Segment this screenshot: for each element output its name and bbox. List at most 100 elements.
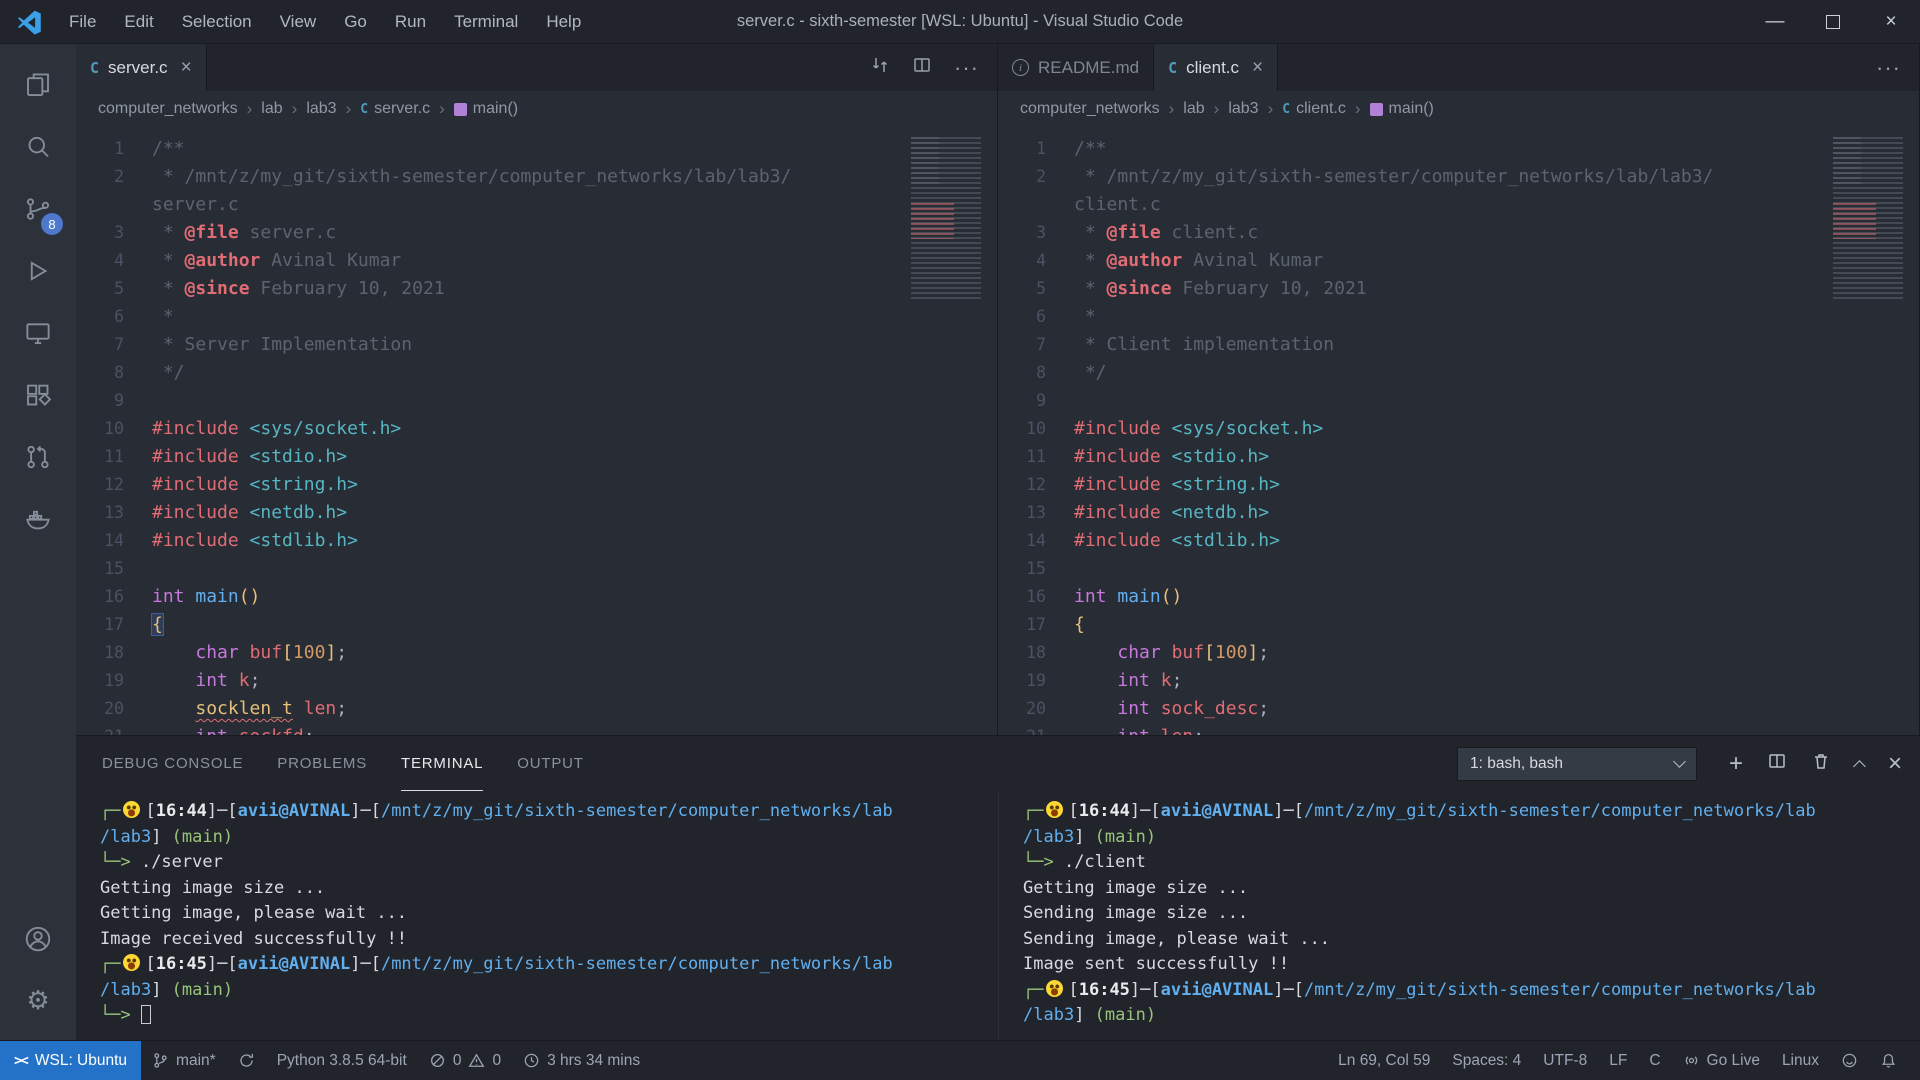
language-mode[interactable]: C <box>1638 1041 1671 1080</box>
tab-client-c[interactable]: Cclient.c× <box>1154 44 1278 91</box>
breadcrumb-item[interactable]: lab3 <box>306 100 336 118</box>
menu-run[interactable]: Run <box>381 0 440 44</box>
problems-indicator[interactable]: 0 0 <box>418 1041 512 1080</box>
sync-button[interactable] <box>227 1041 266 1080</box>
warnings-count: 0 <box>492 1052 501 1070</box>
menu-help[interactable]: Help <box>532 0 595 44</box>
maximize-button[interactable] <box>1804 0 1862 43</box>
code-editor-client[interactable]: 1/**2 * /mnt/z/my_git/sixth-semester/com… <box>998 127 1919 735</box>
line-number: 17 <box>76 611 152 639</box>
go-live-button[interactable]: Go Live <box>1672 1041 1771 1080</box>
kill-terminal-icon[interactable] <box>1811 751 1831 776</box>
code-editor-server[interactable]: 1/**2 * /mnt/z/my_git/sixth-semester/com… <box>76 127 997 735</box>
terminal-pane-client[interactable]: ┌─[16:44]─[avii@AVINAL]─[/mnt/z/my_git/s… <box>998 791 1920 1040</box>
breadcrumb-item[interactable]: computer_networks <box>98 100 238 118</box>
settings-gear-icon[interactable]: ⚙ <box>0 970 76 1032</box>
errors-icon <box>429 1052 446 1069</box>
code-line: 6 * <box>998 303 1919 331</box>
line-number: 3 <box>998 219 1074 247</box>
run-debug-icon[interactable] <box>0 240 76 302</box>
python-interpreter[interactable]: Python 3.8.5 64-bit <box>266 1041 418 1080</box>
source-control-icon[interactable]: 8 <box>0 178 76 240</box>
accounts-icon[interactable] <box>0 908 76 970</box>
breadcrumb-item[interactable]: lab3 <box>1228 100 1258 118</box>
shell-selector-value: 1: bash, bash <box>1470 755 1563 773</box>
split-terminal-icon[interactable] <box>1767 751 1787 776</box>
close-button[interactable]: × <box>1862 0 1920 43</box>
broadcast-icon <box>1683 1052 1700 1069</box>
remote-icon: >< <box>14 1053 27 1069</box>
breadcrumb-item[interactable]: lab <box>261 100 282 118</box>
code-line: 12#include <string.h> <box>998 471 1919 499</box>
breadcrumb-item[interactable]: main() <box>1370 100 1434 118</box>
code-line: 6 * <box>76 303 997 331</box>
terminal-shell-selector[interactable]: 1: bash, bash <box>1457 747 1697 781</box>
minimap[interactable] <box>911 137 981 302</box>
breadcrumb-item[interactable]: lab <box>1183 100 1204 118</box>
bell-icon <box>1880 1052 1897 1069</box>
breadcrumb-item[interactable]: Cclient.c <box>1282 100 1346 118</box>
time-tracker[interactable]: 3 hrs 34 mins <box>512 1041 651 1080</box>
os-indicator[interactable]: Linux <box>1771 1041 1830 1080</box>
code-line: 21 int len; <box>998 723 1919 735</box>
remote-explorer-icon[interactable] <box>0 302 76 364</box>
split-editor-icon[interactable] <box>912 55 932 80</box>
tab-server-c[interactable]: Cserver.c× <box>76 44 207 91</box>
remote-indicator[interactable]: >< WSL: Ubuntu <box>0 1041 141 1080</box>
line-number: 19 <box>76 667 152 695</box>
panel-tab-problems[interactable]: PROBLEMS <box>277 736 367 791</box>
new-terminal-icon[interactable]: + <box>1729 752 1743 776</box>
close-tab-icon[interactable]: × <box>1252 58 1263 77</box>
close-tab-icon[interactable]: × <box>181 58 192 77</box>
code-line: 20 socklen_t len; <box>76 695 997 723</box>
code-line: 16int main() <box>998 583 1919 611</box>
feedback-button[interactable] <box>1830 1041 1869 1080</box>
menu-go[interactable]: Go <box>330 0 381 44</box>
menu-view[interactable]: View <box>266 0 331 44</box>
editor-group-right: iREADME.mdCclient.c× ··· computer_networ… <box>998 44 1920 735</box>
code-line: 3 * @file client.c <box>998 219 1919 247</box>
smiley-emoji <box>1046 980 1063 997</box>
panel-tab-terminal[interactable]: TERMINAL <box>401 736 483 791</box>
line-number: 14 <box>998 527 1074 555</box>
close-panel-icon[interactable]: × <box>1888 752 1902 776</box>
panel-tab-debug-console[interactable]: DEBUG CONSOLE <box>102 736 243 791</box>
menu-edit[interactable]: Edit <box>110 0 167 44</box>
terminal-line: ┌─[16:45]─[avii@AVINAL]─[/mnt/z/my_git/s… <box>1023 978 1910 1004</box>
open-changes-icon[interactable] <box>870 55 890 80</box>
terminal-line: Image sent successfully !! <box>1023 952 1910 978</box>
search-icon[interactable] <box>0 116 76 178</box>
cursor-position[interactable]: Ln 69, Col 59 <box>1327 1041 1441 1080</box>
terminal-pane-server[interactable]: ┌─[16:44]─[avii@AVINAL]─[/mnt/z/my_git/s… <box>76 791 998 1040</box>
explorer-icon[interactable] <box>0 54 76 116</box>
maximize-panel-icon[interactable] <box>1853 760 1866 773</box>
notifications-bell[interactable] <box>1869 1041 1908 1080</box>
code-line: 17{ <box>998 611 1919 639</box>
breadcrumb-item[interactable]: Cserver.c <box>360 100 430 118</box>
indentation[interactable]: Spaces: 4 <box>1441 1041 1532 1080</box>
code-line: 12#include <string.h> <box>76 471 997 499</box>
breadcrumb-item[interactable]: computer_networks <box>1020 100 1160 118</box>
extensions-icon[interactable] <box>0 364 76 426</box>
line-number: 4 <box>998 247 1074 275</box>
panel-tab-output[interactable]: OUTPUT <box>517 736 583 791</box>
menu-terminal[interactable]: Terminal <box>440 0 532 44</box>
git-branch-indicator[interactable]: main* <box>141 1041 227 1080</box>
panel-tabs: DEBUG CONSOLE PROBLEMS TERMINAL OUTPUT <box>102 736 618 791</box>
terminal-line: ┌─[16:44]─[avii@AVINAL]─[/mnt/z/my_git/s… <box>100 799 988 825</box>
line-number: 8 <box>76 359 152 387</box>
editor-actions-right: ··· <box>1858 44 1919 91</box>
menu-file[interactable]: File <box>55 0 110 44</box>
minimize-button[interactable]: — <box>1746 0 1804 43</box>
warnings-icon <box>468 1052 485 1069</box>
code-line: 11#include <stdio.h> <box>76 443 997 471</box>
breadcrumb-item[interactable]: main() <box>454 100 518 118</box>
docker-icon[interactable] <box>0 488 76 550</box>
menu-selection[interactable]: Selection <box>168 0 266 44</box>
encoding[interactable]: UTF-8 <box>1532 1041 1598 1080</box>
tab-readme-md[interactable]: iREADME.md <box>998 44 1154 91</box>
github-pull-request-icon[interactable] <box>0 426 76 488</box>
eol-sequence[interactable]: LF <box>1598 1041 1638 1080</box>
vscode-window: FileEditSelectionViewGoRunTerminalHelp s… <box>0 0 1920 1080</box>
minimap[interactable] <box>1833 137 1903 302</box>
